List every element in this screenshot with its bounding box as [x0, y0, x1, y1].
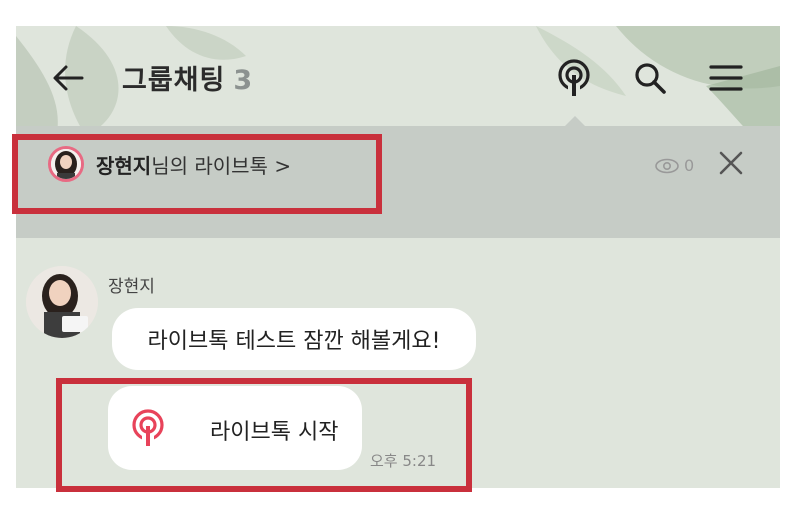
livetalk-icon[interactable] [552, 56, 596, 100]
viewer-count-value: 0 [684, 156, 695, 175]
message-text: 라이브톡 테스트 잠깐 해볼게요! [147, 329, 441, 354]
close-icon[interactable] [716, 148, 746, 178]
menu-icon[interactable] [704, 56, 748, 100]
back-arrow-icon[interactable] [46, 56, 90, 100]
eye-icon [655, 158, 679, 173]
search-icon[interactable] [628, 56, 672, 100]
sender-name: 장현지 [108, 277, 155, 297]
highlight-box-livetalk-start [56, 378, 472, 492]
highlight-box-banner [12, 134, 382, 214]
sender-avatar[interactable] [26, 266, 98, 338]
message-bubble[interactable]: 라이브톡 테스트 잠깐 해볼게요! [112, 308, 476, 370]
member-count: 3 [233, 65, 254, 96]
chat-header: 그룹채팅 3 [16, 26, 780, 126]
chat-title-text: 그룹채팅 [122, 65, 226, 96]
viewer-count: 0 [654, 156, 694, 175]
chat-title: 그룹채팅 3 [122, 58, 253, 97]
